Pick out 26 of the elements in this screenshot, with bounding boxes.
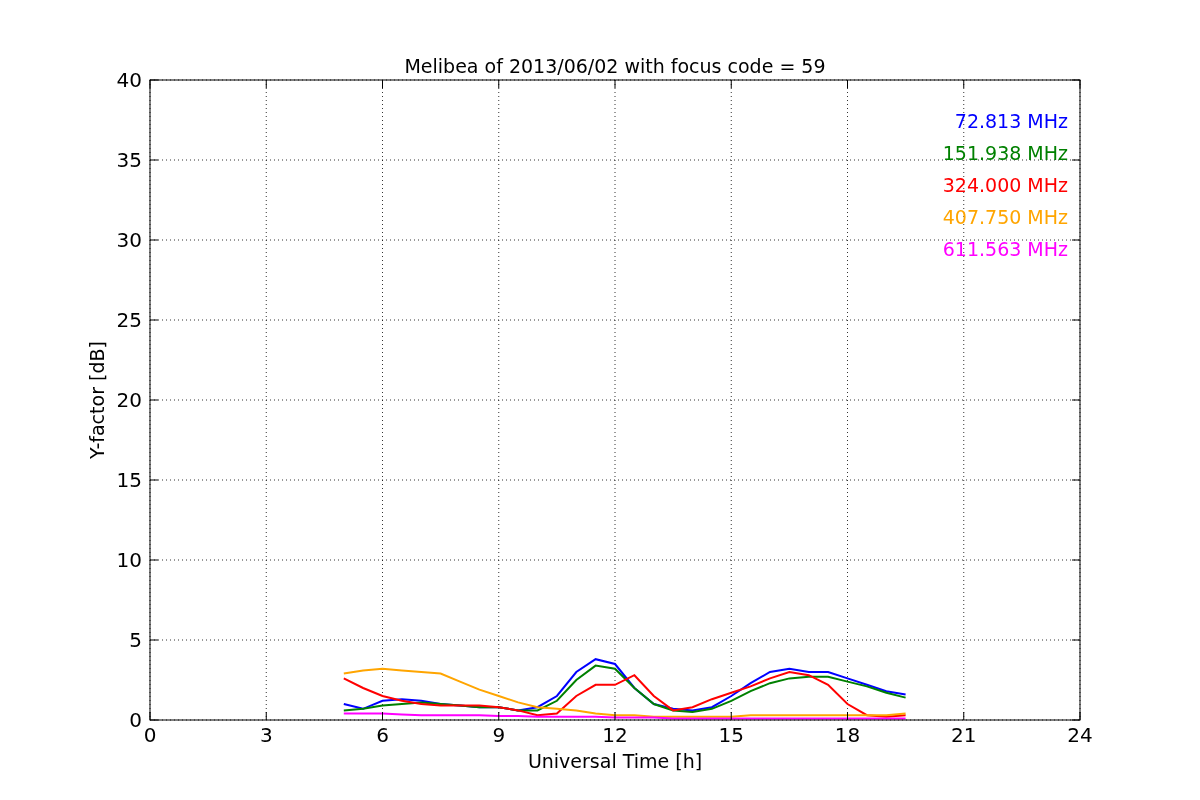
legend-label: 72.813 MHz [954, 110, 1068, 132]
y-axis-label: Y-factor [dB] [86, 341, 108, 459]
y-tick-label: 15 [116, 468, 142, 492]
x-tick-label: 12 [602, 723, 628, 747]
x-tick-label: 3 [259, 723, 273, 747]
y-tick-label: 30 [116, 228, 142, 252]
y-tick-label: 10 [116, 548, 142, 572]
x-tick-label: 0 [143, 723, 157, 747]
chart-title: Melibea of 2013/06/02 with focus code = 59 [404, 55, 826, 77]
y-tick-label: 35 [116, 148, 142, 172]
y-tick-label: 25 [116, 308, 142, 332]
x-tick-label: 6 [376, 723, 389, 747]
y-tick-label: 20 [116, 388, 142, 412]
y-tick-label: 5 [129, 628, 142, 652]
legend-label: 324.000 MHz [942, 174, 1068, 196]
y-tick-label: 40 [116, 68, 142, 92]
legend-label: 611.563 MHz [942, 238, 1068, 260]
x-tick-label: 9 [492, 723, 506, 747]
x-tick-label: 18 [834, 723, 861, 747]
y-tick-label: 0 [129, 708, 142, 732]
legend-label: 151.938 MHz [942, 142, 1068, 164]
x-axis-label: Universal Time [h] [527, 750, 703, 772]
x-tick-label: 21 [951, 723, 977, 747]
legend-label: 407.750 MHz [942, 206, 1068, 228]
x-tick-label: 24 [1067, 723, 1093, 747]
x-tick-label: 15 [718, 723, 744, 747]
